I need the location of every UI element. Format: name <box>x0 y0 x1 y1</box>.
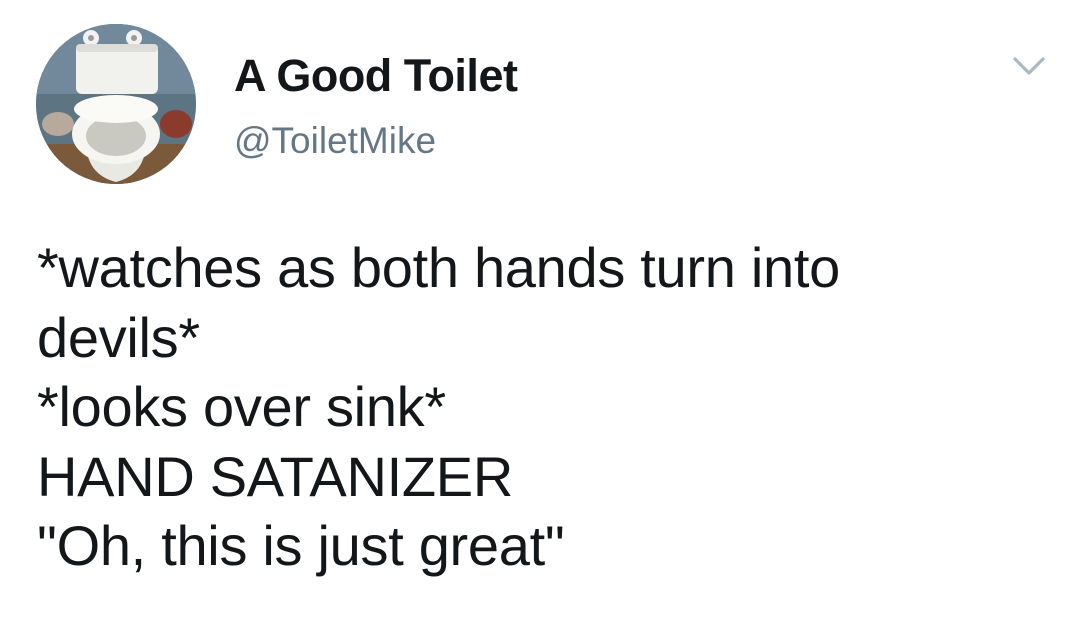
tweet-line: devils* <box>37 305 200 369</box>
toilet-avatar-icon <box>36 24 196 184</box>
tweet-line: HAND SATANIZER <box>37 444 513 508</box>
tweet-line: "Oh, this is just great" <box>37 514 565 577</box>
tweet-line: *watches as both hands turn into <box>37 236 840 299</box>
tweet-body: *watches as both hands turn into devils*… <box>37 233 1057 581</box>
tweet-line: *looks over sink* <box>37 375 446 438</box>
chevron-down-icon[interactable] <box>1011 54 1047 78</box>
author-handle[interactable]: @ToiletMike <box>234 120 436 162</box>
author-display-name[interactable]: A Good Toilet <box>234 50 518 102</box>
avatar[interactable] <box>36 24 196 184</box>
tweet-card: A Good Toilet @ToiletMike *watches as bo… <box>0 0 1078 619</box>
